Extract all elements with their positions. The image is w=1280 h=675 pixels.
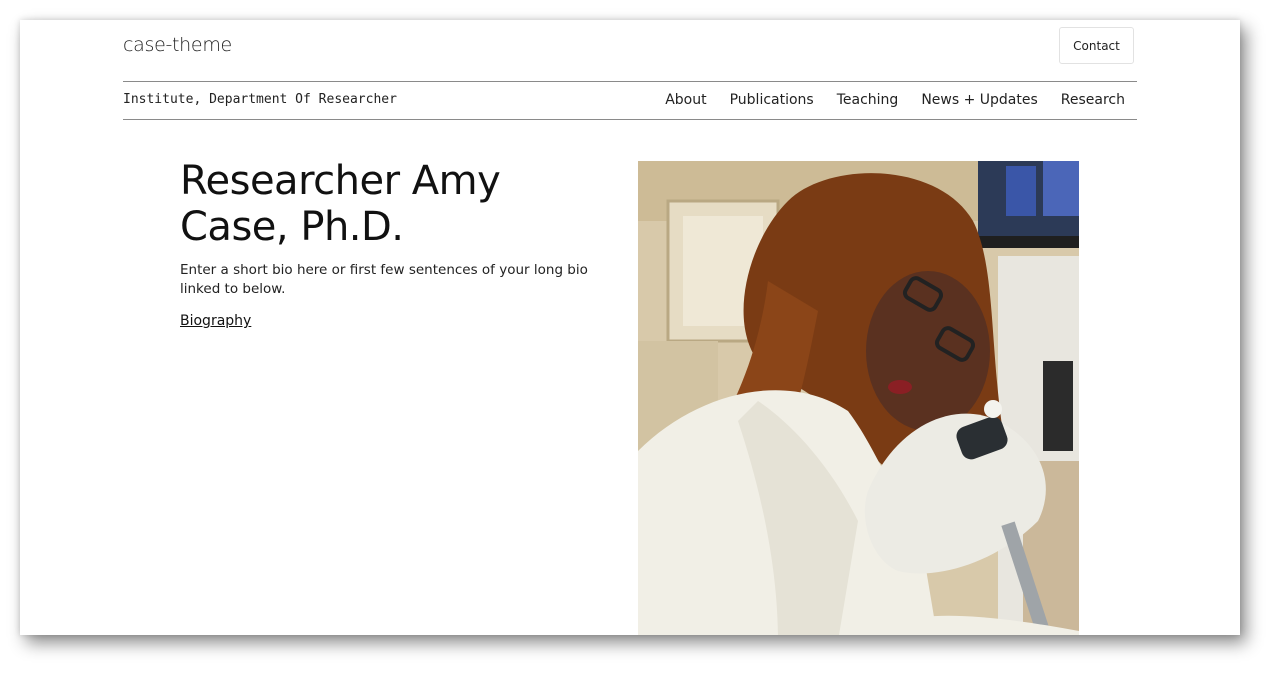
short-bio: Enter a short bio here or first few sent… <box>180 262 588 297</box>
researcher-photo <box>638 161 1079 635</box>
biography-link[interactable]: Biography <box>180 313 251 329</box>
department-label: Institute, Department Of Researcher <box>123 92 397 107</box>
nav-item-news-updates[interactable]: News + Updates <box>921 92 1037 108</box>
page-title: Researcher Amy Case, Ph.D. <box>180 158 501 250</box>
header-divider-bottom <box>123 119 1137 120</box>
main-nav: About Publications Teaching News + Updat… <box>665 92 1125 108</box>
browser-window: case-theme Contact Institute, Department… <box>20 20 1240 635</box>
header-divider-top <box>123 81 1137 82</box>
site-title[interactable]: case-theme <box>123 34 232 56</box>
contact-button[interactable]: Contact <box>1059 27 1134 64</box>
nav-item-about[interactable]: About <box>665 92 706 108</box>
nav-item-publications[interactable]: Publications <box>730 92 814 108</box>
nav-item-research[interactable]: Research <box>1061 92 1125 108</box>
nav-item-teaching[interactable]: Teaching <box>837 92 899 108</box>
